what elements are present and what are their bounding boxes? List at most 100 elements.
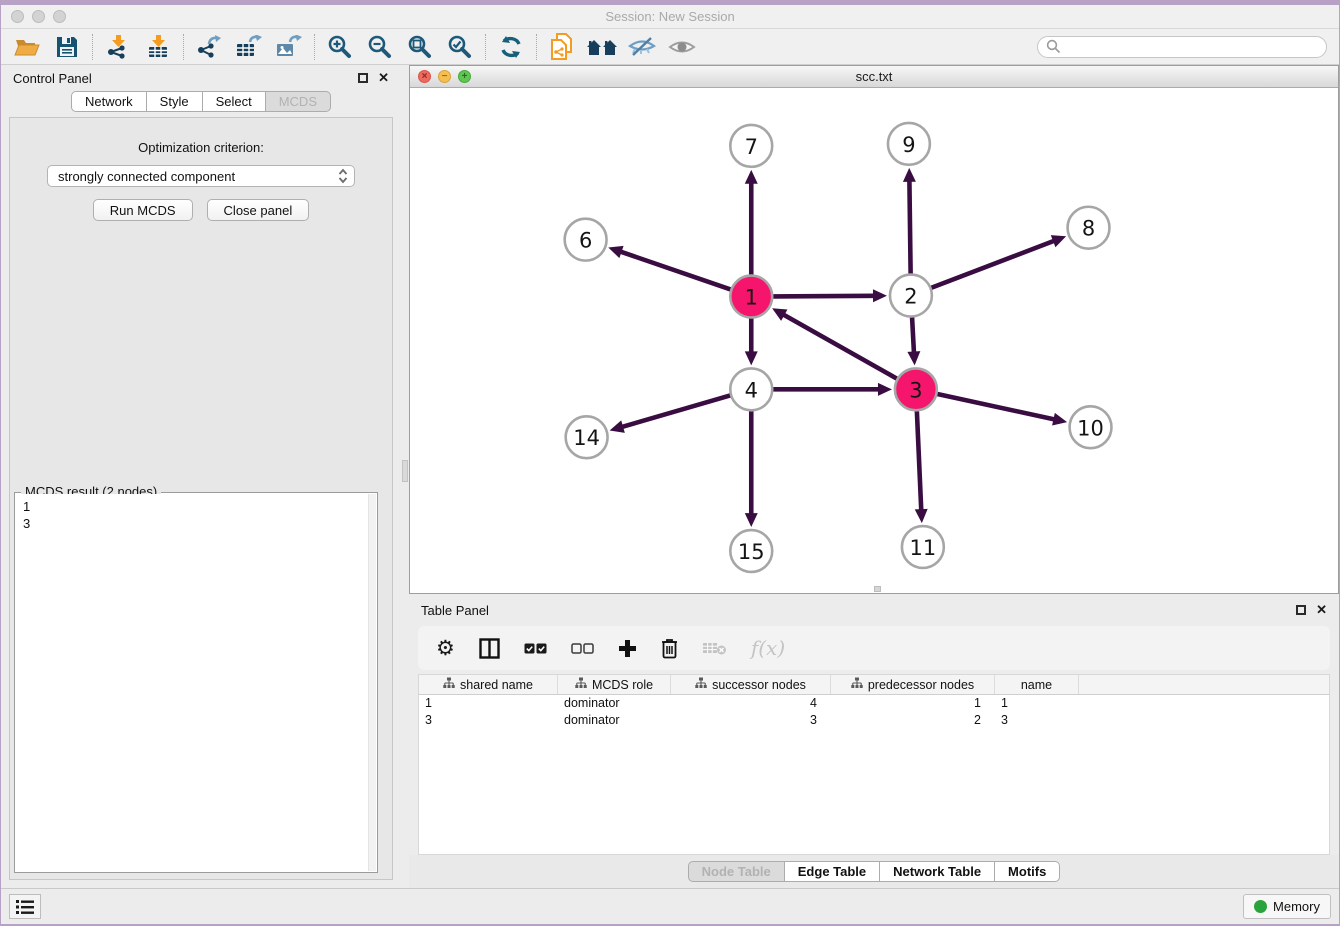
close-window-icon[interactable] [11,10,24,23]
panel-splitter[interactable] [401,65,409,888]
node-label: 10 [1077,416,1104,440]
table-row[interactable]: 1dominator411 [419,695,1329,712]
tab-style[interactable]: Style [147,91,203,112]
zoom-window-icon[interactable] [53,10,66,23]
cell-successor-nodes[interactable]: 3 [671,712,831,729]
close-panel-icon[interactable]: ✕ [378,70,389,86]
mcds-result-list[interactable]: 13 [16,494,368,871]
apply-layout-button[interactable] [491,32,531,62]
tab-edge-table[interactable]: Edge Table [785,861,880,882]
zoom-network-icon[interactable]: + [458,70,471,83]
edge-1-2[interactable] [773,296,875,297]
node-label: 15 [738,540,765,564]
column-header-successor-nodes[interactable]: successor nodes [671,675,831,694]
cell-mcds-role[interactable]: dominator [558,695,671,712]
edge-2-3[interactable] [912,317,914,353]
network-canvas[interactable]: 7968124314101511 [410,88,1338,593]
edge-3-10[interactable] [937,394,1055,420]
node-label: 11 [910,536,937,560]
zoom-in-button[interactable] [320,32,360,62]
edge-4-14[interactable] [621,395,730,427]
minimize-window-icon[interactable] [32,10,45,23]
tab-select[interactable]: Select [203,91,266,112]
first-neighbors-button[interactable] [582,32,622,62]
list-icon [16,899,34,915]
shared-column-icon [695,677,707,689]
control-panel: Control Panel ✕ NetworkStyleSelectMCDS O… [1,65,401,888]
edge-3-11[interactable] [917,411,921,511]
memory-button[interactable]: Memory [1243,894,1331,919]
export-network-button[interactable] [189,32,229,62]
edge-arrow-icon [745,513,758,527]
tab-node-table[interactable]: Node Table [688,861,785,882]
search-input[interactable] [1037,36,1327,58]
open-session-button[interactable] [7,32,47,62]
minimize-network-icon[interactable]: − [438,70,451,83]
network-graph[interactable]: 7968124314101511 [410,88,1338,593]
edge-arrow-icon [608,246,623,258]
task-history-button[interactable] [9,894,41,919]
zoom-out-button[interactable] [360,32,400,62]
edge-arrow-icon [915,509,928,523]
column-header-mcds-role[interactable]: MCDS role [558,675,671,694]
show-columns-button[interactable] [479,638,500,659]
close-network-icon[interactable]: × [418,70,431,83]
run-mcds-button[interactable]: Run MCDS [93,199,193,221]
table-header-row: shared nameMCDS rolesuccessor nodes prede… [419,675,1329,695]
cell-shared-name[interactable]: 3 [419,712,558,729]
edge-2-9[interactable] [909,180,910,274]
criterion-select[interactable]: strongly connected component [47,165,355,187]
cell-name[interactable]: 3 [995,712,1079,729]
cell-successor-nodes[interactable]: 4 [671,695,831,712]
import-table-button[interactable] [138,32,178,62]
stepper-icon [338,168,348,184]
close-table-panel-icon[interactable]: ✕ [1316,602,1327,618]
column-header-predecessor-nodes[interactable]: predecessor nodes [831,675,995,694]
select-all-button[interactable] [524,642,547,655]
new-network-from-selection-button[interactable] [542,32,582,62]
cell-predecessor-nodes[interactable]: 2 [831,712,995,729]
shared-column-icon [443,677,455,689]
cell-predecessor-nodes[interactable]: 1 [831,695,995,712]
float-panel-icon[interactable] [358,73,368,83]
hide-selected-button[interactable] [622,32,662,62]
table-settings-button[interactable]: ⚙ [436,638,455,659]
cell-mcds-role[interactable]: dominator [558,712,671,729]
right-column: × − + scc.txt 7968124314101511 Table Pan… [409,65,1339,888]
cell-shared-name[interactable]: 1 [419,695,558,712]
export-image-button[interactable] [269,32,309,62]
result-scrollbar[interactable] [368,494,376,871]
canvas-resize-handle[interactable] [874,586,881,592]
cell-name[interactable]: 1 [995,695,1079,712]
edge-3-1[interactable] [783,314,897,378]
traffic-lights-inactive [11,10,66,23]
edge-1-6[interactable] [620,251,731,289]
table-row[interactable]: 3dominator323 [419,712,1329,729]
create-column-button[interactable] [618,639,637,658]
save-session-button[interactable] [47,32,87,62]
float-table-panel-icon[interactable] [1296,605,1306,615]
tab-network[interactable]: Network [71,91,147,112]
close-panel-button[interactable]: Close panel [207,199,310,221]
control-panel-tabs: NetworkStyleSelectMCDS [1,91,401,112]
tab-network-table[interactable]: Network Table [880,861,995,882]
tab-mcds[interactable]: MCDS [266,91,331,112]
tab-motifs[interactable]: Motifs [995,861,1060,882]
app-window: Session: New Session Control Pan [1,5,1339,924]
clear-selection-button[interactable] [571,642,594,655]
node-label: 14 [573,426,600,450]
zoom-selected-button[interactable] [440,32,480,62]
edge-arrow-icon [610,420,625,432]
splitter-handle-icon[interactable] [402,460,408,482]
select-all-icon [524,642,547,655]
search-icon [1046,39,1061,54]
column-label: predecessor nodes [868,678,974,692]
column-header-shared-name[interactable]: shared name [419,675,558,694]
edge-2-8[interactable] [931,241,1055,288]
import-network-button[interactable] [98,32,138,62]
column-header-name[interactable]: name [995,675,1079,694]
export-table-button[interactable] [229,32,269,62]
zoom-fit-button[interactable] [400,32,440,62]
table-panel-title: Table Panel [421,603,489,618]
delete-columns-button[interactable] [661,638,678,659]
